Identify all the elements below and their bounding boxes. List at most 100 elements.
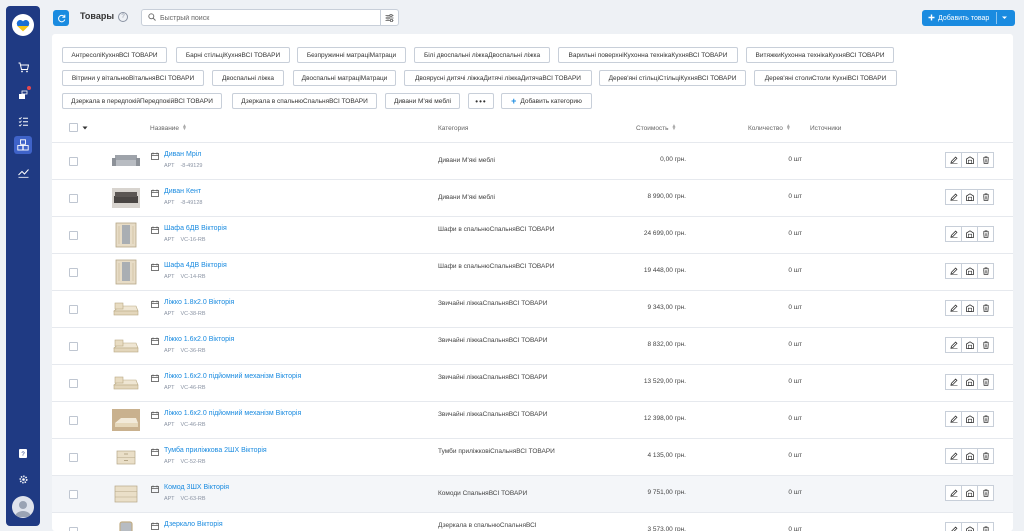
delete-button[interactable] xyxy=(977,522,994,531)
row-checkbox[interactable] xyxy=(69,453,78,462)
warehouse-button[interactable] xyxy=(961,485,978,501)
product-card-icon[interactable] xyxy=(151,522,159,530)
warehouse-button[interactable] xyxy=(961,226,978,242)
sort-icon[interactable]: ▲ ▼ xyxy=(786,124,791,132)
edit-button[interactable] xyxy=(945,374,962,390)
product-card-icon[interactable] xyxy=(151,337,159,345)
product-thumbnail[interactable] xyxy=(112,296,140,322)
table-row[interactable]: Ліжко 1.6х2.0 підйомний механізм Вікторі… xyxy=(52,401,1013,438)
chevron-down-icon[interactable] xyxy=(1001,14,1008,21)
row-checkbox[interactable] xyxy=(69,490,78,499)
table-row[interactable]: Диван Мріл АРТ -8-49129 Дивани М'які мебл… xyxy=(52,142,1013,179)
category-chip[interactable]: Дивани М'які меблі xyxy=(385,93,460,109)
refresh-button[interactable] xyxy=(53,10,69,26)
product-name-link[interactable]: Шафа 6ДВ Вікторія xyxy=(164,225,227,232)
sort-icon[interactable]: ▲ ▼ xyxy=(672,124,677,132)
category-chip[interactable]: Двоспальні матраціМатраци xyxy=(293,70,396,86)
product-name-link[interactable]: Ліжко 1.6х2.0 Вікторія xyxy=(164,336,234,343)
sort-icon[interactable]: ▲ ▼ xyxy=(182,124,187,132)
checklist-icon[interactable] xyxy=(14,112,32,130)
product-name-link[interactable]: Ліжко 1.6х2.0 підйомний механізм Вікторі… xyxy=(164,373,301,380)
products-icon[interactable] xyxy=(14,136,32,154)
product-name-link[interactable]: Тумба приліжкова 2ШХ Вікторія xyxy=(164,447,267,454)
analytics-icon[interactable] xyxy=(14,163,32,181)
table-row[interactable]: Тумба приліжкова 2ШХ Вікторія АРТ VC-52-R… xyxy=(52,438,1013,475)
table-row[interactable]: Ліжко 1.6х2.0 підйомний механізм Вікторі… xyxy=(52,364,1013,401)
edit-button[interactable] xyxy=(945,337,962,353)
cart-icon[interactable] xyxy=(14,58,32,76)
product-thumbnail[interactable] xyxy=(112,370,140,396)
product-card-icon[interactable] xyxy=(151,152,159,160)
warehouse-button[interactable] xyxy=(961,263,978,279)
delete-button[interactable] xyxy=(977,152,994,168)
help-icon[interactable]: ? xyxy=(118,12,128,22)
edit-button[interactable] xyxy=(945,300,962,316)
product-thumbnail[interactable] xyxy=(112,407,140,433)
table-row[interactable]: Ліжко 1.8х2.0 Вікторія АРТ VC-38-RB Звича… xyxy=(52,290,1013,327)
product-name-link[interactable]: Комод 3ШХ Вікторія xyxy=(164,484,229,491)
product-card-icon[interactable] xyxy=(151,226,159,234)
product-thumbnail[interactable] xyxy=(112,259,140,285)
column-header-name[interactable]: Название ▲ ▼ xyxy=(150,124,187,132)
settings-icon[interactable] xyxy=(14,470,32,488)
product-name-link[interactable]: Диван Мріл xyxy=(164,151,201,158)
delete-button[interactable] xyxy=(977,337,994,353)
category-chip[interactable]: Білі двоспальні ліжкаДвоспальні ліжка xyxy=(414,47,550,63)
edit-button[interactable] xyxy=(945,448,962,464)
product-thumbnail[interactable] xyxy=(112,518,140,531)
warehouse-button[interactable] xyxy=(961,189,978,205)
product-card-icon[interactable] xyxy=(151,300,159,308)
product-thumbnail[interactable] xyxy=(112,333,140,359)
more-categories-button[interactable]: ••• xyxy=(468,93,494,109)
warehouse-button[interactable] xyxy=(961,448,978,464)
row-checkbox[interactable] xyxy=(69,157,78,166)
delete-button[interactable] xyxy=(977,226,994,242)
category-chip[interactable]: ВитяжкиКухонна технікаКухняВСІ ТОВАРИ xyxy=(746,47,894,63)
product-card-icon[interactable] xyxy=(151,263,159,271)
warehouse-button[interactable] xyxy=(961,411,978,427)
warehouse-button[interactable] xyxy=(961,374,978,390)
product-name-link[interactable]: Диван Кент xyxy=(164,188,201,195)
product-card-icon[interactable] xyxy=(151,411,159,419)
product-name-link[interactable]: Ліжко 1.6х2.0 підйомний механізм Вікторі… xyxy=(164,410,301,417)
delete-button[interactable] xyxy=(977,374,994,390)
category-chip[interactable]: Двоярусні дитячі ліжкаДитячі ліжкаДитяча… xyxy=(404,70,592,86)
edit-button[interactable] xyxy=(945,485,962,501)
product-thumbnail[interactable] xyxy=(112,481,140,507)
product-thumbnail[interactable] xyxy=(112,185,140,211)
add-category-button[interactable]: + Добавить категорию xyxy=(501,93,592,109)
category-chip[interactable]: Безпружинні матраціМатраци xyxy=(297,47,406,63)
column-header-qty[interactable]: Количество ▲ ▼ xyxy=(748,124,791,132)
checkbox[interactable] xyxy=(69,123,78,132)
edit-button[interactable] xyxy=(945,522,962,531)
category-chip[interactable]: Дерев'яні столиСтоли КухніВСІ ТОВАРИ xyxy=(754,70,897,86)
select-all-checkbox[interactable] xyxy=(69,123,89,133)
product-thumbnail[interactable] xyxy=(112,222,140,248)
heart-logo-icon[interactable] xyxy=(12,14,34,36)
add-product-button[interactable]: Добавить товар xyxy=(922,10,1015,26)
row-checkbox[interactable] xyxy=(69,527,78,531)
row-checkbox[interactable] xyxy=(69,194,78,203)
warehouse-button[interactable] xyxy=(961,152,978,168)
category-chip[interactable]: Барні стільціКухняВСІ ТОВАРИ xyxy=(176,47,290,63)
category-chip[interactable]: Варильні поверхніКухонна технікаКухняВСІ… xyxy=(558,47,738,63)
delete-button[interactable] xyxy=(977,300,994,316)
delete-button[interactable] xyxy=(977,189,994,205)
product-card-icon[interactable] xyxy=(151,374,159,382)
product-card-icon[interactable] xyxy=(151,485,159,493)
category-chip[interactable]: Дерев'яні стільціСтільціКухняВСІ ТОВАРИ xyxy=(599,70,746,86)
category-chip[interactable]: Дзеркала в спальнюСпальняВСІ ТОВАРИ xyxy=(232,93,377,109)
category-chip[interactable]: Дзеркала в передпокійПередпокійВСІ ТОВАР… xyxy=(62,93,222,109)
avatar[interactable] xyxy=(12,496,34,518)
category-chip[interactable]: Вітрини у вітальнюВітальняВСІ ТОВАРИ xyxy=(62,70,204,86)
row-checkbox[interactable] xyxy=(69,305,78,314)
table-row[interactable]: Диван Кент АРТ -8-49128 Дивани М'які мебл… xyxy=(52,179,1013,216)
delete-button[interactable] xyxy=(977,411,994,427)
warehouse-button[interactable] xyxy=(961,300,978,316)
delete-button[interactable] xyxy=(977,485,994,501)
help-book-icon[interactable]: ? xyxy=(14,444,32,462)
edit-button[interactable] xyxy=(945,152,962,168)
chevron-down-icon[interactable] xyxy=(82,125,88,131)
product-thumbnail[interactable] xyxy=(112,444,140,470)
product-name-link[interactable]: Дзеркало Вікторія xyxy=(164,521,223,528)
